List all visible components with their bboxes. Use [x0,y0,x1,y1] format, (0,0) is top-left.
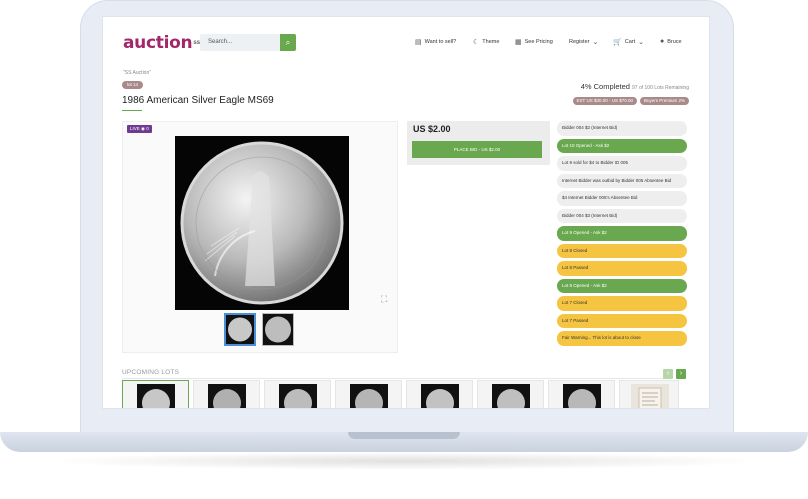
auction-progress: 4% Completed 97 of 100 Lots Remaining [581,82,689,91]
activity-message: Fair Warning... This lot is about to clo… [557,331,687,346]
upcoming-lot-card[interactable] [193,380,260,408]
coin-image [180,141,344,305]
site-logo[interactable]: auctionss [123,33,200,53]
progress-text: 4% Completed [580,82,630,91]
image-viewer: LIVE ◉ 0 ⛶ [122,121,398,353]
cart-icon: 🛒 [613,39,622,46]
nav-see-pricing[interactable]: ▦ See Pricing [515,38,553,46]
activity-message: Lot 10 Opened - Ask $2 [557,138,687,153]
upcoming-lot-card[interactable] [264,380,331,408]
upcoming-next-button[interactable]: › [676,369,686,379]
nav-label: Cart [624,39,636,45]
activity-message: Bidder 004 $2 (Internet Bid) [557,121,687,136]
upcoming-lot-image [350,384,388,408]
upcoming-lot-image [563,384,601,408]
nav-label: Theme [482,39,500,45]
laptop-mockup: auctionss Search... ⌕ ▤ Want to sell? ☾ Th… [0,0,808,499]
eye-icon: ◉ [141,126,145,131]
upcoming-coin [142,389,170,408]
upcoming-lot-card[interactable] [477,380,544,408]
upcoming-lot-image [421,384,459,408]
breadcrumb[interactable]: "SS Auction" [123,70,151,76]
upcoming-coin [284,389,312,408]
title-underline [122,110,142,111]
chevron-down-icon: ⌄ [638,39,644,46]
upcoming-lot-card[interactable] [406,380,473,408]
activity-message: Lot 7 Closed [557,296,687,311]
upcoming-lot-image [208,384,246,408]
upcoming-prev-button[interactable]: ‹ [663,369,673,379]
upcoming-lot-card[interactable] [335,380,402,408]
upcoming-document [638,387,662,408]
thumbnail-1[interactable] [224,313,256,346]
activity-message: Lot 8 Closed [557,243,687,258]
upcoming-coin [355,389,383,408]
activity-message: Lot 7 Passed [557,313,687,328]
pricing-icon: ▦ [515,39,522,46]
lot-title: 1986 American Silver Eagle MS69 [122,95,274,106]
nav-label: Bruce [667,38,682,45]
upcoming-divider [122,378,669,379]
nav-label: Want to sell? [424,39,457,45]
lot-number-badge: lot 14 [122,81,144,89]
upcoming-lot-image [137,384,175,408]
activity-message: Lot 9 sold for $4 to Bidder ID 005 [557,156,687,171]
place-bid-button[interactable]: PLACE BID - US $2.00 [412,141,542,158]
live-badge: LIVE ◉ 0 [127,125,152,133]
chevron-down-icon: ⌄ [592,39,599,46]
moon-icon: ☾ [473,39,480,46]
store-icon: ▤ [415,39,422,46]
main-coin-image[interactable] [175,136,349,310]
nav-want-to-sell[interactable]: ▤ Want to sell? [415,38,456,46]
activity-message: $4 Internet Bidder 005's Absentee Bid [557,191,687,206]
activity-message: Lot 8 Passed [557,261,687,276]
laptop-notch [348,432,460,439]
estimate-pill: EST US $30.00 - US $70.00 [572,97,637,105]
nav-label: See Pricing [524,39,553,45]
live-label: LIVE [130,126,140,131]
activity-message: Lot 9 Opened - Ask $2 [557,226,687,241]
nav-label: Register [569,39,590,45]
upcoming-coin [213,389,241,408]
nav-user[interactable]: ● Bruce [660,38,682,45]
upcoming-lot-image [279,384,317,408]
activity-message: Bidder 004 $3 (Internet Bid) [557,208,687,223]
thumbnail-2[interactable] [262,313,294,346]
upcoming-lot-card[interactable] [619,380,679,408]
upcoming-lot-card[interactable] [548,380,615,408]
bid-panel: US $2.00 PLACE BID - US $2.00 [407,121,550,165]
fullscreen-icon[interactable]: ⛶ [381,294,387,305]
current-price: US $2.00 [413,124,451,134]
screen: auctionss Search... ⌕ ▤ Want to sell? ☾ Th… [102,16,710,409]
search-button[interactable]: ⌕ [280,34,296,51]
laptop-shadow [40,452,768,470]
upcoming-coin [426,389,454,408]
nav-cart[interactable]: 🛒 Cart ⌄ [613,38,644,46]
nav-register[interactable]: Register ⌄ [569,38,598,46]
upcoming-coin [497,389,525,408]
search-icon: ⌕ [285,38,291,47]
bid-activity-feed[interactable]: Bidder 004 $2 (Internet Bid) Lot 10 Opene… [557,121,689,351]
thumbnail-coin [265,316,291,343]
user-icon: ● [660,38,665,45]
nav-theme[interactable]: ☾ Theme [473,38,499,46]
logo-text: auction [123,33,193,53]
activity-message: Lot 8 Opened - Ask $2 [557,278,687,293]
lot-info-pills: EST US $30.00 - US $70.00 Buyers Premium… [572,97,689,105]
upcoming-lots-label: UPCOMING LOTS [122,369,180,376]
viewer-count: 0 [146,126,149,131]
logo-suffix: ss [193,39,200,46]
upcoming-lot-image [631,384,669,408]
search-input[interactable]: Search... [200,34,280,51]
activity-message: Internet Bidder was outbid by Bidder 005… [557,173,687,188]
thumbnail-coin [228,317,252,342]
upcoming-lot-card[interactable] [122,380,189,408]
upcoming-lot-image [492,384,530,408]
premium-pill: Buyers Premium 2% [639,97,689,105]
upcoming-coin [568,389,596,408]
site-header: auctionss Search... ⌕ ▤ Want to sell? ☾ Th… [103,17,709,69]
progress-subtext: 97 of 100 Lots Remaining [632,85,689,91]
